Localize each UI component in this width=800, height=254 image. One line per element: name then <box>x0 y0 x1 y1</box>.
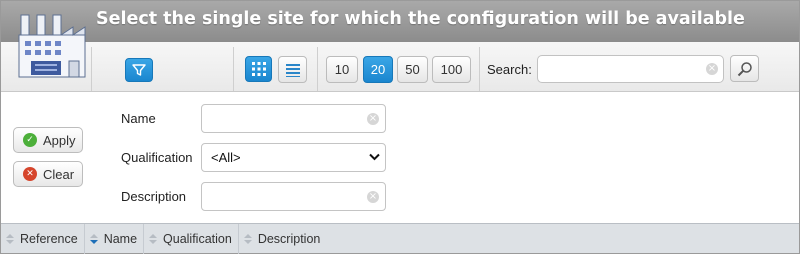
table-header: Reference Name Qualification Description <box>1 223 799 254</box>
search-input[interactable] <box>537 55 724 83</box>
column-header-name[interactable]: Name <box>85 223 145 254</box>
name-clear-icon[interactable]: × <box>367 113 379 125</box>
column-header-description[interactable]: Description <box>239 224 327 254</box>
toolbar-divider <box>233 47 234 91</box>
clear-label: Clear <box>43 166 75 182</box>
description-label: Description <box>121 189 187 204</box>
factory-icon <box>18 14 86 78</box>
column-label: Name <box>103 231 138 246</box>
page-title: Select the single site for which the con… <box>96 9 745 29</box>
chevron-down-icon <box>369 153 380 161</box>
clear-button[interactable]: ✕ Clear <box>13 161 83 187</box>
column-header-reference[interactable]: Reference <box>1 223 85 254</box>
sort-icon <box>243 233 252 244</box>
name-field[interactable] <box>201 104 386 133</box>
qualification-label: Qualification <box>121 150 193 165</box>
name-label: Name <box>121 111 156 126</box>
column-label: Qualification <box>163 231 232 246</box>
column-label: Description <box>257 231 321 246</box>
close-icon: ✕ <box>23 167 37 181</box>
toolbar-divider <box>479 47 480 91</box>
apply-button[interactable]: ✓ Apply <box>13 127 83 153</box>
funnel-icon <box>132 64 146 76</box>
page-size-50-button[interactable]: 50 <box>397 56 428 83</box>
page-size-100-button[interactable]: 100 <box>432 56 471 83</box>
site-selection-panel: Select the single site for which the con… <box>0 0 800 254</box>
grid-view-icon <box>251 62 266 76</box>
description-clear-icon[interactable]: × <box>367 191 379 203</box>
toolbar-divider <box>91 47 92 91</box>
page-size-10-button[interactable]: 10 <box>326 56 358 83</box>
title-bar: Select the single site for which the con… <box>1 1 799 42</box>
qualification-select[interactable]: <All> <box>201 143 386 172</box>
sort-ascending-icon <box>89 233 98 244</box>
toolbar-divider <box>317 47 318 91</box>
description-field[interactable] <box>201 182 386 211</box>
magnifier-icon <box>737 61 752 76</box>
list-view-button[interactable] <box>278 56 307 83</box>
column-label: Reference <box>20 231 78 246</box>
grid-view-button[interactable] <box>245 56 272 82</box>
search-clear-icon[interactable]: × <box>706 63 718 75</box>
qualification-selected-value: <All> <box>211 150 241 165</box>
check-icon: ✓ <box>23 133 37 147</box>
apply-label: Apply <box>43 132 76 148</box>
sort-icon <box>6 233 14 244</box>
column-header-qualification[interactable]: Qualification <box>144 223 239 254</box>
list-view-icon <box>285 63 300 77</box>
page-size-20-button[interactable]: 20 <box>363 56 393 83</box>
search-label: Search: <box>487 62 532 77</box>
sort-icon <box>149 233 158 244</box>
filter-toggle-button[interactable] <box>125 58 153 82</box>
search-button[interactable] <box>730 55 759 82</box>
